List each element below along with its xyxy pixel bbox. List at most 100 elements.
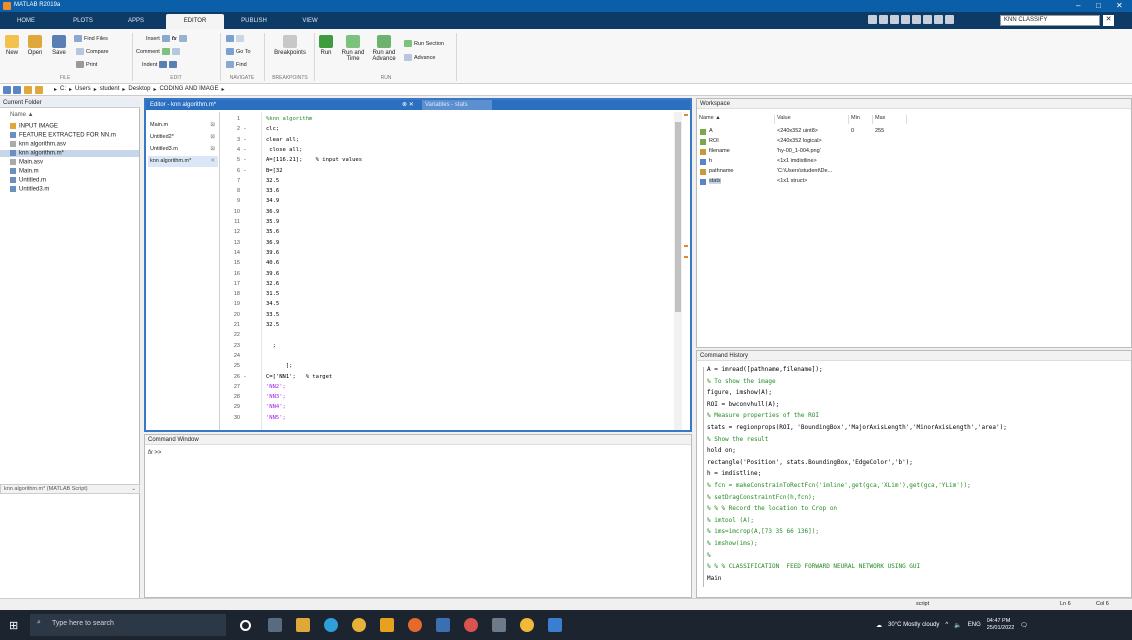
code-line[interactable]: 39.6 <box>266 250 279 256</box>
paste-icon[interactable] <box>901 15 910 24</box>
history-item[interactable]: ROI = bwconvhull(A); <box>707 401 779 408</box>
save-icon[interactable] <box>868 15 877 24</box>
code-line[interactable]: 31.5 <box>266 291 279 297</box>
workspace-col-min[interactable]: Min <box>849 115 873 124</box>
tab-home[interactable]: HOME <box>6 14 46 29</box>
code-line[interactable]: 32.6 <box>266 281 279 287</box>
code-line[interactable]: 'NN2'; <box>266 384 286 390</box>
history-item[interactable]: % <box>707 552 711 559</box>
breadcrumb-item[interactable]: Users <box>75 86 91 93</box>
tab-plots[interactable]: PLOTS <box>58 14 108 29</box>
code-area[interactable]: %knn algorithm clc; clear all; close all; A… <box>264 112 674 430</box>
breadcrumb-item[interactable]: student <box>100 86 120 93</box>
warning-marker[interactable] <box>684 256 688 258</box>
warning-marker[interactable] <box>684 114 688 116</box>
code-line[interactable]: 32.5 <box>266 322 279 328</box>
list-item[interactable]: INPUT IMAGE <box>10 123 58 130</box>
code-line[interactable]: 33.6 <box>266 188 279 194</box>
code-line[interactable]: close all; <box>266 147 302 153</box>
new-button[interactable]: New <box>4 35 20 56</box>
code-line[interactable]: clear all; <box>266 137 299 143</box>
breakpoint-marker[interactable]: - <box>244 168 246 174</box>
list-item[interactable]: Untitled3.m <box>10 186 49 193</box>
list-item[interactable]: Main.m <box>10 168 39 175</box>
variables-tab[interactable]: Variables - stats <box>422 100 492 110</box>
browse-folder-icon[interactable] <box>35 86 43 94</box>
list-item[interactable]: knn algorithm.asv <box>10 141 66 148</box>
redo-icon[interactable] <box>923 15 932 24</box>
list-item[interactable]: FEATURE EXTRACTED FOR NN.m <box>10 132 116 139</box>
tab-view[interactable]: VIEW <box>290 14 330 29</box>
print-button[interactable]: Print <box>76 61 97 68</box>
maximize-icon[interactable]: □ <box>1096 1 1101 10</box>
doc-tab[interactable]: Main.m ⊠ <box>148 120 218 131</box>
code-line[interactable]: ]; <box>266 363 293 369</box>
chrome-icon[interactable] <box>352 618 366 632</box>
list-item[interactable]: Main.asv <box>10 159 43 166</box>
history-item[interactable]: Main <box>707 575 721 582</box>
breakpoint-marker[interactable]: - <box>244 374 246 380</box>
undo-icon[interactable] <box>912 15 921 24</box>
history-item[interactable]: % Show the result <box>707 436 768 443</box>
breadcrumb-item[interactable]: CODING AND IMAGE <box>159 86 218 93</box>
history-item[interactable]: % % % CLASSIFICATION FEED FORWARD NEURAL… <box>707 563 920 570</box>
history-item[interactable]: A = imread([pathname,filename]); <box>707 366 823 373</box>
back-icon[interactable] <box>3 86 11 94</box>
code-line[interactable]: 36.9 <box>266 240 279 246</box>
history-item[interactable]: % setDragConstraintFcn(h,fcn); <box>707 494 815 501</box>
doc-tab[interactable]: Untitled3.m ⊠ <box>148 144 218 155</box>
history-item[interactable]: hold on; <box>707 447 736 454</box>
run-and-advance-button[interactable]: Run and Advance <box>370 35 398 62</box>
code-line[interactable]: 32.5 <box>266 178 279 184</box>
find-files-button[interactable]: Find Files <box>74 35 108 42</box>
speaker-icon[interactable]: 🔈 <box>954 622 961 629</box>
history-item[interactable]: % % % Record the location to Crop on <box>707 505 837 512</box>
advance-button[interactable]: Advance <box>404 54 435 61</box>
history-item[interactable]: % ims=imcrop(A,[73 35 66 136]); <box>707 528 819 535</box>
workspace-cell-name[interactable]: h <box>709 158 712 164</box>
close-icon[interactable]: ⊠ <box>210 134 215 140</box>
chrome-icon[interactable] <box>520 618 534 632</box>
minimize-icon[interactable]: – <box>1076 1 1080 10</box>
insert-button[interactable]: Insert fx <box>146 35 187 42</box>
close-icon[interactable]: ✕ <box>1116 1 1123 10</box>
breadcrumb-item[interactable]: C: <box>60 86 66 93</box>
command-window[interactable]: Command Window fx >> <box>144 434 692 598</box>
forward-icon[interactable] <box>13 86 21 94</box>
code-line[interactable]: 35.9 <box>266 219 279 225</box>
close-search-icon[interactable]: ✕ <box>1103 15 1114 26</box>
history-item[interactable]: rectangle('Position', stats.BoundingBox,… <box>707 459 913 466</box>
breakpoint-marker[interactable]: - <box>244 157 246 163</box>
quick-access-toolbar[interactable] <box>868 15 996 26</box>
code-line[interactable]: 34.9 <box>266 198 279 204</box>
workspace-cell-name[interactable]: pathname <box>709 168 733 174</box>
open-button[interactable]: Open <box>26 35 44 56</box>
details-panel-toggle[interactable]: knn algorithm.m* (MATLAB Script) ⌄ <box>0 484 140 494</box>
outdent-icon[interactable] <box>169 61 178 68</box>
clock[interactable]: 04:47 PM 25/01/2022 <box>987 618 1015 632</box>
compare-button[interactable]: Compare <box>76 48 109 55</box>
run-section-button[interactable]: Run Section <box>404 40 444 47</box>
close-icon[interactable]: ⊠ <box>210 122 215 128</box>
language-indicator[interactable]: ENG <box>968 622 981 628</box>
history-item[interactable]: % imtool (A); <box>707 517 754 524</box>
chevron-up-icon[interactable]: ^ <box>945 622 948 628</box>
command-prompt[interactable]: fx >> <box>148 450 161 456</box>
breakpoint-marker[interactable]: - <box>244 147 246 153</box>
history-item[interactable]: % Measure properties of the ROI <box>707 412 819 419</box>
list-item[interactable]: Untitled.m <box>10 177 46 184</box>
taskbar-app-icon[interactable] <box>268 618 282 632</box>
insert-options-icon[interactable] <box>178 35 187 42</box>
scrollbar-thumb[interactable] <box>675 122 681 312</box>
workspace-cell-name[interactable]: stats <box>709 178 721 184</box>
doc-tab[interactable]: Untitled2* ⊠ <box>148 132 218 143</box>
folder-name-column-header[interactable]: Name ▲ <box>10 112 34 118</box>
copy-icon[interactable] <box>890 15 899 24</box>
workspace-col-value[interactable]: Value <box>775 115 849 124</box>
tab-apps[interactable]: APPS <box>116 14 156 29</box>
code-line[interactable]: C=['NN1'; % target <box>266 374 332 380</box>
workspace-col-name[interactable]: Name ▲ <box>697 115 775 124</box>
cut-icon[interactable] <box>879 15 888 24</box>
close-editor-icon[interactable]: ⊗ ✕ <box>402 101 414 108</box>
search-input[interactable]: KNN CLASSIFY <box>1000 15 1100 26</box>
